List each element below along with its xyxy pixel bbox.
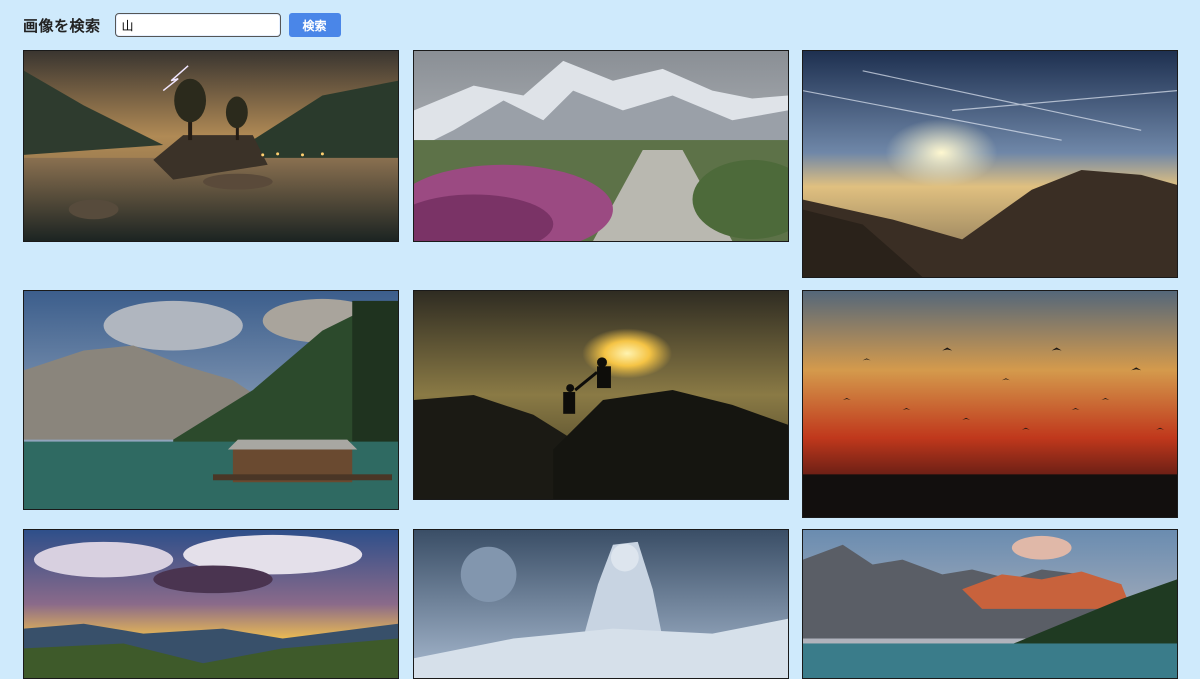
result-image-1[interactable] [23,50,399,242]
sunbeam-hills-image [24,530,398,678]
result-image-6[interactable] [802,290,1178,518]
result-image-9[interactable] [802,529,1178,679]
result-image-8[interactable] [413,529,789,679]
rockies-lake-image [803,530,1177,678]
mountain-path-image [414,51,788,241]
result-image-7[interactable] [23,529,399,679]
search-button[interactable]: 検索 [288,13,341,37]
lake-image [24,51,398,241]
result-image-2[interactable] [413,50,789,242]
search-label: 画像を検索 [23,16,101,35]
result-image-4[interactable] [23,290,399,510]
red-sunset-image [803,291,1177,517]
search-input[interactable] [114,13,281,37]
stone-giant-image [414,530,788,678]
result-image-5[interactable] [413,290,789,500]
result-image-3[interactable] [802,50,1178,278]
search-bar: 画像を検索 検索 [23,12,341,38]
climbers-image [414,291,788,499]
alpine-lake-image [24,291,398,509]
sunset-clouds-image [803,51,1177,277]
